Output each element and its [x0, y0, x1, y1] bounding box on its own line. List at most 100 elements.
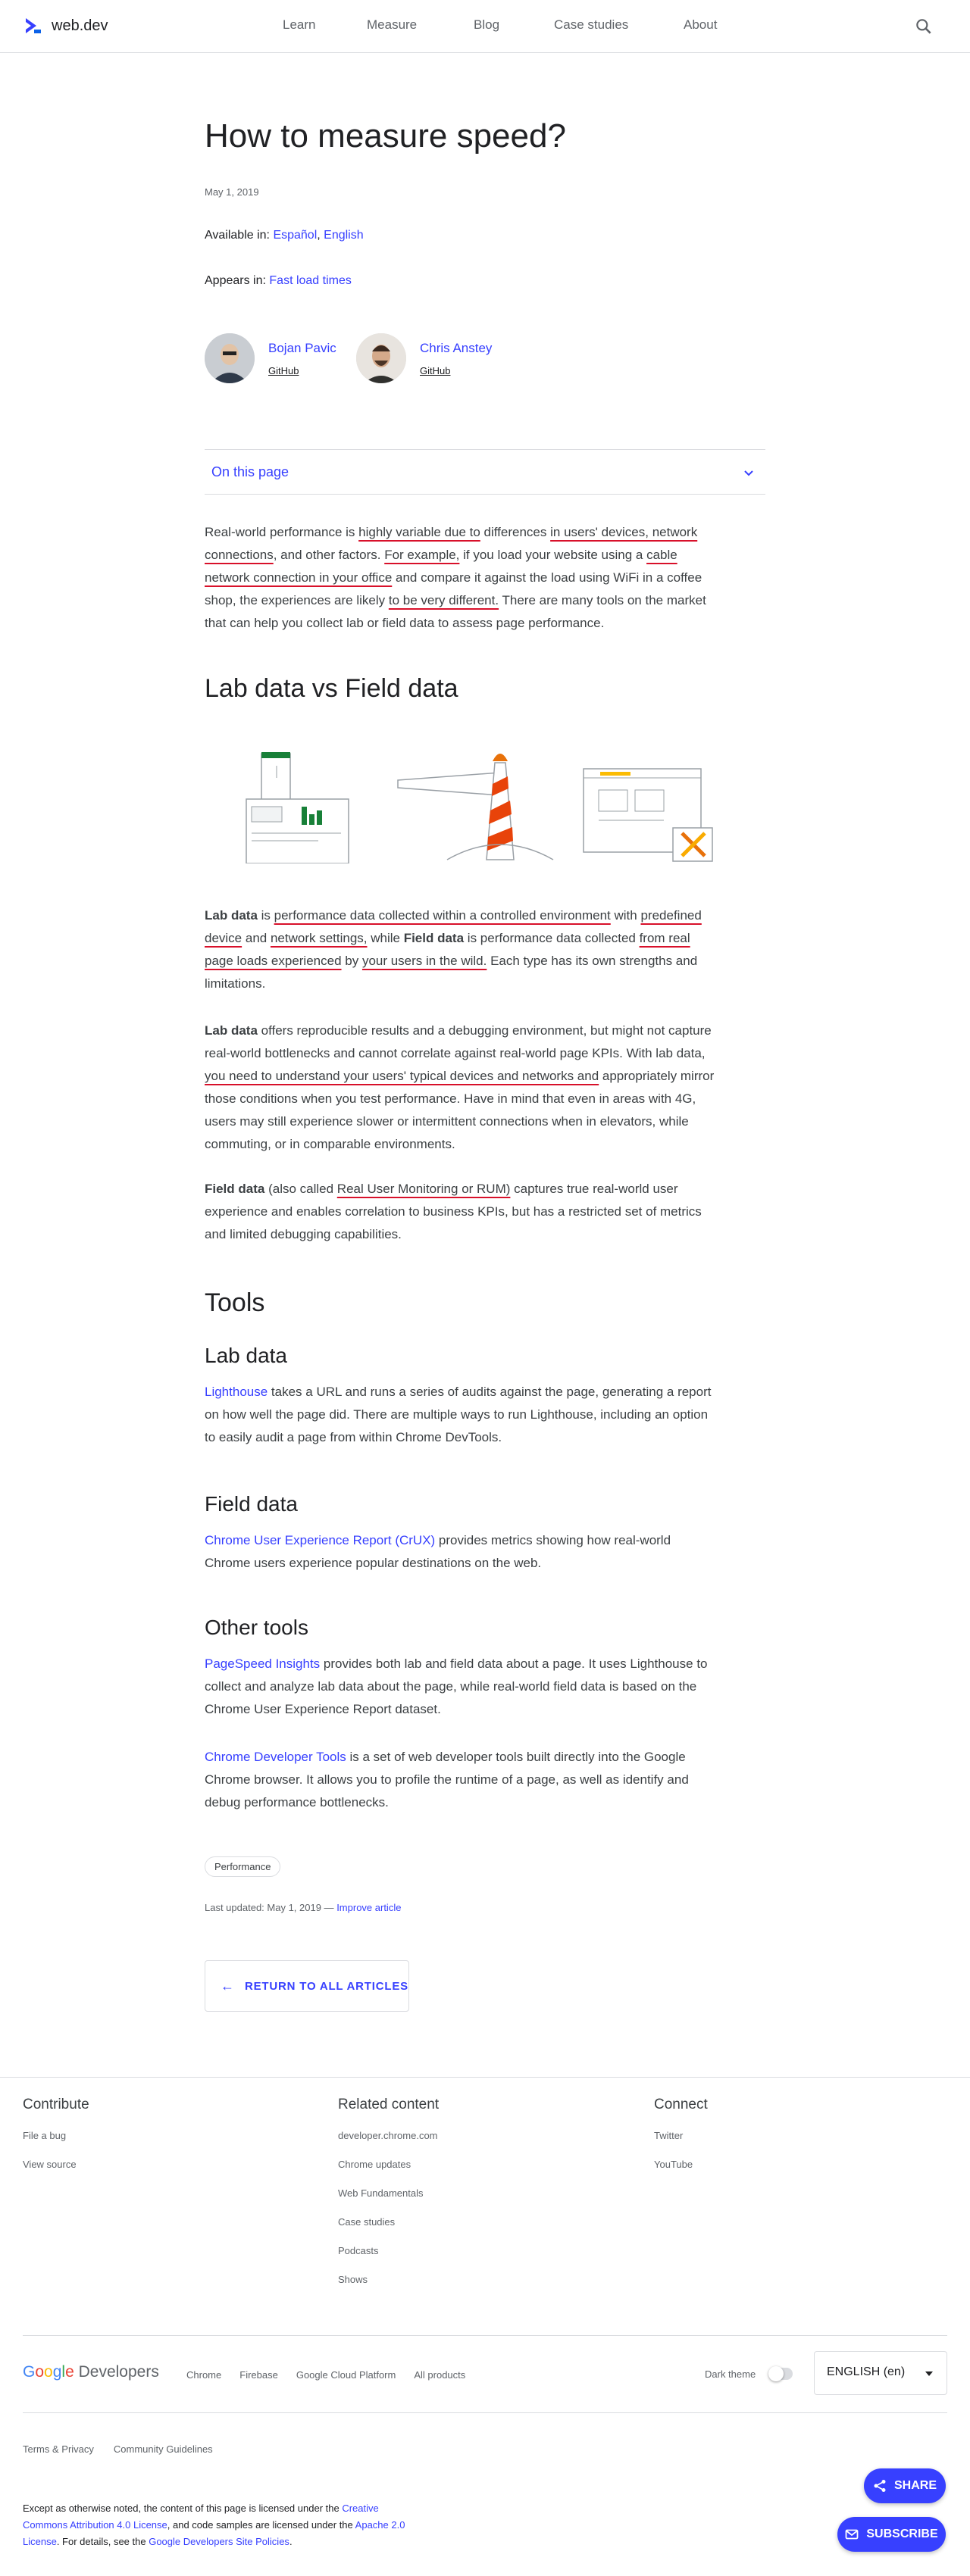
dark-theme-label: Dark theme: [705, 2368, 756, 2380]
lab-device-illustration: [246, 752, 349, 863]
footer-link[interactable]: Web Fundamentals: [338, 2187, 439, 2216]
on-this-page-toggle[interactable]: On this page: [205, 449, 765, 495]
return-to-articles-button[interactable]: ← RETURN TO ALL ARTICLES: [205, 1960, 409, 2012]
footer-link[interactable]: Podcasts: [338, 2245, 439, 2274]
lab-field-illustration: [246, 752, 713, 863]
site-policies-link[interactable]: Google Developers Site Policies: [149, 2536, 289, 2547]
dark-theme-toggle[interactable]: [768, 2366, 793, 2381]
main-nav: Learn Measure Blog Case studies About: [0, 0, 970, 53]
footer-link[interactable]: developer.chrome.com: [338, 2130, 439, 2159]
caret-down-icon: [925, 2371, 933, 2376]
heading-other-tools: Other tools: [205, 1616, 308, 1639]
product-link-chrome[interactable]: Chrome: [186, 2369, 221, 2381]
footer-related: Related content developer.chrome.com Chr…: [338, 2097, 439, 2303]
author-card: Bojan Pavic GitHub: [205, 333, 336, 383]
search-icon[interactable]: [914, 17, 934, 36]
footer-link[interactable]: Case studies: [338, 2216, 439, 2245]
last-updated: Last updated: May 1, 2019 — Improve arti…: [205, 1902, 402, 1913]
author-info: Bojan Pavic GitHub: [268, 333, 336, 383]
browser-tools-illustration: [583, 768, 713, 862]
product-link-gcp[interactable]: Google Cloud Platform: [296, 2369, 396, 2381]
share-label: SHARE: [893, 2479, 937, 2492]
improve-article-link[interactable]: Improve article: [336, 1902, 401, 1913]
footer-col-title: Connect: [654, 2097, 708, 2112]
toggle-knob: [768, 2366, 784, 2381]
arrow-left-icon: ←: [221, 1978, 234, 1994]
footer-divider: [0, 2077, 970, 2078]
appears-label: Appears in:: [205, 274, 266, 287]
lighthouse-link[interactable]: Lighthouse: [205, 1385, 268, 1399]
footer-link[interactable]: Shows: [338, 2274, 439, 2303]
field-data-paragraph: Field data (also called Real User Monito…: [205, 1182, 702, 1241]
language-select[interactable]: ENGLISH (en): [814, 2351, 947, 2395]
lang-link-es[interactable]: Español: [273, 229, 317, 242]
nav-measure[interactable]: Measure: [367, 17, 417, 33]
nav-case-studies[interactable]: Case studies: [554, 17, 628, 33]
available-label: Available in:: [205, 229, 270, 242]
footer-divider: [23, 2412, 947, 2413]
footer-divider: [23, 2335, 947, 2336]
developers-wordmark: Developers: [78, 2363, 159, 2381]
appears-in: Appears in: Fast load times: [205, 274, 352, 288]
footer-link-file-bug[interactable]: File a bug: [23, 2130, 89, 2159]
terms-privacy-link[interactable]: Terms & Privacy: [23, 2443, 94, 2455]
author-github-link[interactable]: GitHub: [268, 365, 336, 376]
google-developers-logo[interactable]: Google Developers: [23, 2363, 159, 2381]
heading-lab-data: Lab data: [205, 1344, 287, 1367]
psi-paragraph: PageSpeed Insights provides both lab and…: [205, 1656, 708, 1716]
nav-about[interactable]: About: [684, 17, 717, 33]
pagespeed-insights-link[interactable]: PageSpeed Insights: [205, 1656, 320, 1671]
intro-paragraph: Real-world performance is highly variabl…: [205, 525, 706, 630]
community-guidelines-link[interactable]: Community Guidelines: [114, 2443, 213, 2455]
lab-data-paragraph: Lab data offers reproducible results and…: [205, 1023, 715, 1151]
return-label: RETURN TO ALL ARTICLES: [245, 1979, 408, 1993]
footer-col-title: Contribute: [23, 2097, 89, 2112]
license-text: Except as otherwise noted, the content o…: [23, 2503, 405, 2547]
site-header: web.dev Learn Measure Blog Case studies …: [0, 0, 970, 53]
author-name[interactable]: Bojan Pavic: [268, 341, 336, 356]
nav-learn[interactable]: Learn: [283, 17, 315, 33]
share-button[interactable]: SHARE: [864, 2468, 946, 2503]
heading-lab-vs-field: Lab data vs Field data: [205, 674, 458, 703]
crux-link[interactable]: Chrome User Experience Report (CrUX): [205, 1533, 435, 1547]
heading-tools: Tools: [205, 1288, 265, 1317]
lang-sep: ,: [317, 229, 324, 242]
google-wordmark: Google: [23, 2363, 74, 2381]
share-icon: [874, 2480, 886, 2492]
available-in: Available in: Español, English: [205, 229, 364, 242]
collection-link[interactable]: Fast load times: [269, 274, 351, 287]
crux-paragraph: Chrome User Experience Report (CrUX) pro…: [205, 1533, 671, 1570]
product-link-all[interactable]: All products: [414, 2369, 465, 2381]
devtools-paragraph: Chrome Developer Tools is a set of web d…: [205, 1750, 689, 1809]
language-value: ENGLISH (en): [827, 2365, 906, 2378]
tag-chip-performance[interactable]: Performance: [205, 1856, 281, 1877]
footer-contribute: Contribute File a bug View source: [23, 2097, 89, 2187]
footer-connect: Connect Twitter YouTube: [654, 2097, 708, 2187]
publish-date: May 1, 2019: [205, 186, 259, 198]
subscribe-label: SUBSCRIBE: [866, 2528, 938, 2540]
toc-label: On this page: [211, 464, 289, 479]
chevron-down-icon: [744, 470, 753, 476]
footer-col-title: Related content: [338, 2097, 440, 2112]
avatar: [356, 333, 406, 383]
nav-blog[interactable]: Blog: [474, 17, 499, 33]
subscribe-mail-icon: [845, 2529, 859, 2540]
footer-link-view-source[interactable]: View source: [23, 2159, 89, 2187]
avatar: [205, 333, 255, 383]
person-photo-icon: [356, 333, 406, 383]
footer-link[interactable]: Chrome updates: [338, 2159, 439, 2187]
author-info: Chris Anstey GitHub: [420, 333, 492, 383]
author-github-link[interactable]: GitHub: [420, 365, 492, 376]
footer-link-twitter[interactable]: Twitter: [654, 2130, 708, 2159]
author-name[interactable]: Chris Anstey: [420, 341, 492, 356]
lang-link-en[interactable]: English: [324, 229, 363, 242]
subscribe-button[interactable]: SUBSCRIBE: [837, 2517, 946, 2552]
lighthouse-paragraph: Lighthouse takes a URL and runs a series…: [205, 1385, 712, 1444]
chrome-devtools-link[interactable]: Chrome Developer Tools: [205, 1750, 346, 1764]
person-photo-icon: [205, 333, 255, 383]
footer-link-youtube[interactable]: YouTube: [654, 2159, 708, 2187]
lighthouse-illustration: [397, 754, 554, 860]
product-link-firebase[interactable]: Firebase: [239, 2369, 278, 2381]
product-links: Chrome Firebase Google Cloud Platform Al…: [186, 2369, 465, 2381]
page-title: How to measure speed?: [205, 117, 566, 155]
